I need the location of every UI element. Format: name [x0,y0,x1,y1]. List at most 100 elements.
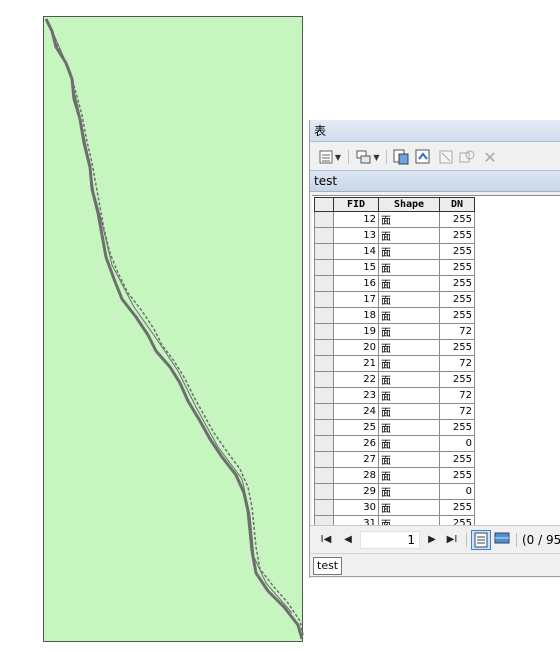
row-selector[interactable] [314,387,334,404]
row-selector[interactable] [314,307,334,324]
row-selector[interactable] [314,451,334,468]
cell-shape[interactable]: 面 [378,483,440,500]
next-record-button[interactable]: ▶ [424,533,440,547]
cell-dn[interactable]: 255 [439,291,475,308]
cell-shape[interactable]: 面 [378,243,440,260]
table-row[interactable]: 30 面 255 [314,499,475,516]
row-selector[interactable] [314,339,334,356]
delete-selected-button[interactable]: ✕ [482,148,498,167]
table-row[interactable]: 15 面 255 [314,259,475,276]
zoom-to-selected-button[interactable] [458,148,476,166]
select-by-attributes-button[interactable] [392,148,410,166]
column-header-dn[interactable]: DN [439,197,475,212]
table-row[interactable]: 14 面 255 [314,243,475,260]
row-selector[interactable] [314,323,334,340]
table-options-button[interactable]: ▼ [316,148,344,166]
cell-shape[interactable]: 面 [378,419,440,436]
cell-fid[interactable]: 20 [333,339,379,356]
cell-dn[interactable]: 72 [439,387,475,404]
row-selector[interactable] [314,243,334,260]
cell-dn[interactable]: 255 [439,499,475,516]
cell-shape[interactable]: 面 [378,259,440,276]
switch-selection-button[interactable] [414,148,432,166]
row-selector[interactable] [314,467,334,484]
row-selector[interactable] [314,403,334,420]
column-header-fid[interactable]: FID [333,197,379,212]
table-row[interactable]: 28 面 255 [314,467,475,484]
cell-dn[interactable]: 255 [439,259,475,276]
cell-shape[interactable]: 面 [378,403,440,420]
cell-fid[interactable]: 19 [333,323,379,340]
cell-fid[interactable]: 18 [333,307,379,324]
table-row[interactable]: 25 面 255 [314,419,475,436]
map-view[interactable] [43,16,304,642]
row-selector[interactable] [314,291,334,308]
cell-shape[interactable]: 面 [378,451,440,468]
cell-dn[interactable]: 255 [439,275,475,292]
cell-dn[interactable]: 255 [439,467,475,484]
show-selected-records-button[interactable] [493,530,513,550]
cell-shape[interactable]: 面 [378,371,440,388]
first-record-button[interactable]: I◀ [318,533,334,547]
row-selector[interactable] [314,227,334,244]
row-selector[interactable] [314,275,334,292]
current-record-input[interactable]: 1 [360,531,420,549]
cell-fid[interactable]: 23 [333,387,379,404]
cell-shape[interactable]: 面 [378,275,440,292]
cell-shape[interactable]: 面 [378,211,440,228]
table-row[interactable]: 18 面 255 [314,307,475,324]
row-selector[interactable] [314,419,334,436]
cell-fid[interactable]: 22 [333,371,379,388]
cell-shape[interactable]: 面 [378,467,440,484]
cell-fid[interactable]: 27 [333,451,379,468]
cell-dn[interactable]: 0 [439,483,475,500]
cell-shape[interactable]: 面 [378,499,440,516]
row-selector[interactable] [314,355,334,372]
cell-dn[interactable]: 255 [439,307,475,324]
row-selector-header[interactable] [314,197,334,212]
cell-shape[interactable]: 面 [378,307,440,324]
cell-fid[interactable]: 26 [333,435,379,452]
cell-shape[interactable]: 面 [378,323,440,340]
cell-dn[interactable]: 255 [439,227,475,244]
cell-fid[interactable]: 12 [333,211,379,228]
cell-fid[interactable]: 17 [333,291,379,308]
cell-fid[interactable]: 14 [333,243,379,260]
cell-dn[interactable]: 255 [439,243,475,260]
tab-test[interactable]: test [313,557,343,575]
table-row[interactable]: 21 面 72 [314,355,475,372]
table-row[interactable]: 17 面 255 [314,291,475,308]
cell-shape[interactable]: 面 [378,435,440,452]
cell-dn[interactable]: 255 [439,339,475,356]
cell-shape[interactable]: 面 [378,227,440,244]
cell-dn[interactable]: 72 [439,403,475,420]
cell-dn[interactable]: 255 [439,419,475,436]
attribute-grid[interactable]: FID Shape DN 12 面 255 13 面 255 14 面 255 15 面 255 16 面… [312,195,560,526]
table-row[interactable]: 22 面 255 [314,371,475,388]
row-selector[interactable] [314,435,334,452]
cell-fid[interactable]: 29 [333,483,379,500]
cell-shape[interactable]: 面 [378,355,440,372]
table-row[interactable]: 29 面 0 [314,483,475,500]
clear-selection-button[interactable] [438,148,454,166]
cell-shape[interactable]: 面 [378,339,440,356]
cell-fid[interactable]: 21 [333,355,379,372]
row-selector[interactable] [314,259,334,276]
cell-dn[interactable]: 255 [439,451,475,468]
cell-fid[interactable]: 28 [333,467,379,484]
table-row[interactable]: 26 面 0 [314,435,475,452]
show-all-records-button[interactable] [471,530,491,550]
related-tables-button[interactable]: ▼ [354,148,382,166]
cell-fid[interactable]: 16 [333,275,379,292]
cell-dn[interactable]: 72 [439,323,475,340]
cell-fid[interactable]: 24 [333,403,379,420]
table-row[interactable]: 27 面 255 [314,451,475,468]
cell-shape[interactable]: 面 [378,387,440,404]
table-row[interactable]: 12 面 255 [314,211,475,228]
cell-dn[interactable]: 72 [439,355,475,372]
table-row[interactable]: 13 面 255 [314,227,475,244]
table-row[interactable]: 23 面 72 [314,387,475,404]
column-header-shape[interactable]: Shape [378,197,440,212]
cell-fid[interactable]: 30 [333,499,379,516]
row-selector[interactable] [314,499,334,516]
